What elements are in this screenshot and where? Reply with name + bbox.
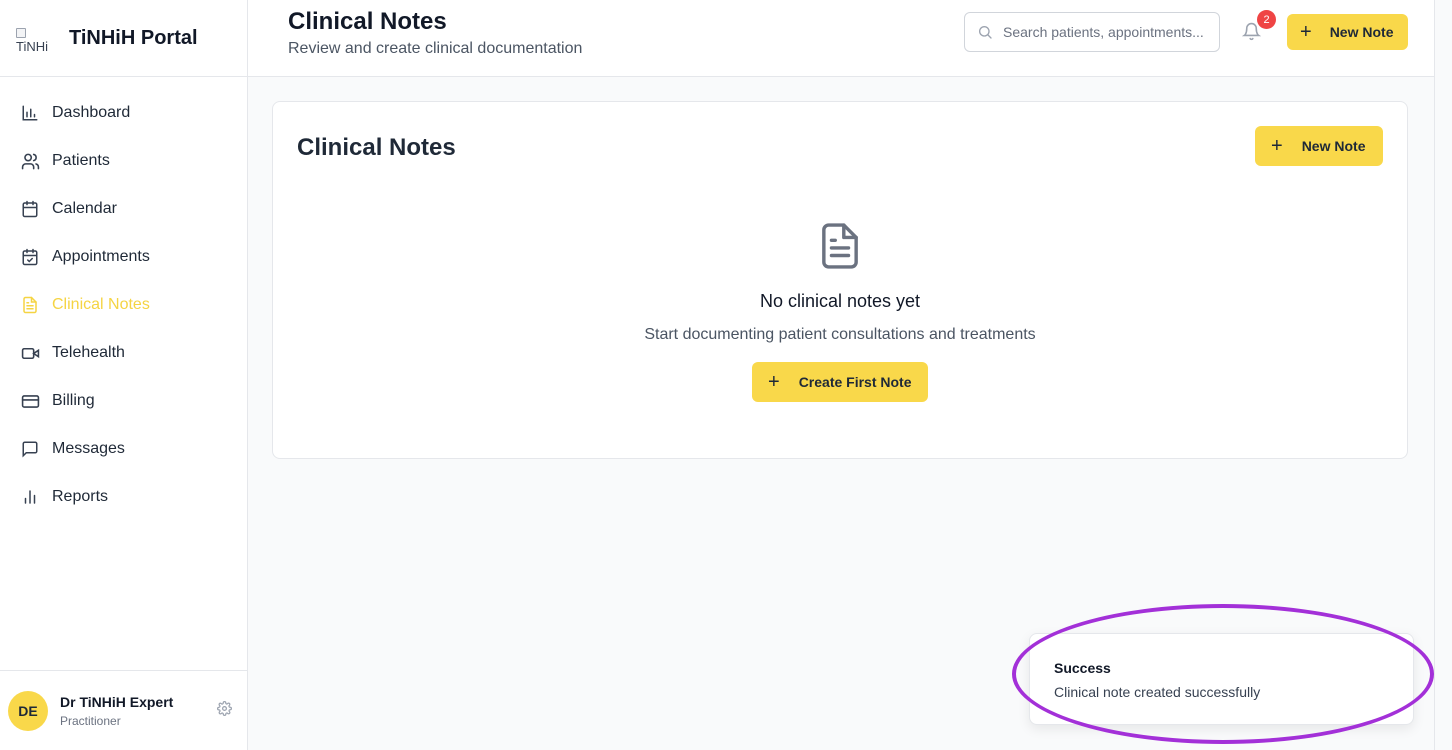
sidebar-item-clinical-notes[interactable]: Clinical Notes [0, 281, 247, 329]
sidebar-item-label: Clinical Notes [52, 296, 150, 313]
brand[interactable]: TiNHi TiNHiH Portal [0, 0, 247, 77]
sidebar-item-patients[interactable]: Patients [0, 137, 247, 185]
create-first-note-button[interactable]: + Create First Note [752, 362, 928, 402]
message-square-icon [20, 439, 40, 459]
toast-title: Success [1054, 660, 1111, 676]
header-new-note-button[interactable]: + New Note [1287, 14, 1408, 50]
brand-logo: TiNHi [16, 18, 56, 58]
plus-icon: + [1271, 135, 1283, 157]
file-text-icon [20, 295, 40, 315]
user-info: Dr TiNHiH Expert Practitioner [60, 694, 173, 728]
top-header: Clinical Notes Review and create clinica… [248, 0, 1434, 77]
empty-state-subtitle: Start documenting patient consultations … [644, 326, 1036, 343]
sidebar-item-label: Patients [52, 152, 110, 169]
credit-card-icon [20, 391, 40, 411]
scrollbar[interactable] [1434, 0, 1452, 750]
create-first-note-label: Create First Note [798, 374, 912, 390]
sidebar-item-reports[interactable]: Reports [0, 473, 247, 521]
calendar-check-icon [20, 247, 40, 267]
brand-name: TiNHiH Portal [69, 26, 198, 49]
bell-icon[interactable] [1241, 22, 1262, 46]
card-title: Clinical Notes [297, 134, 456, 161]
sidebar-item-label: Reports [52, 488, 109, 505]
sidebar-item-label: Telehealth [52, 344, 125, 361]
search-box [964, 12, 1220, 52]
page-subtitle: Review and create clinical documentation [288, 40, 583, 57]
sidebar-item-label: Calendar [52, 200, 117, 217]
user-role: Practitioner [60, 713, 121, 728]
sidebar-item-telehealth[interactable]: Telehealth [0, 329, 247, 377]
avatar[interactable]: DE [8, 690, 48, 731]
card-new-note-label: New Note [1301, 138, 1366, 154]
page-title: Clinical Notes [288, 8, 447, 35]
toast-message: Clinical note created successfully [1054, 684, 1261, 700]
sidebar-item-appointments[interactable]: Appointments [0, 233, 247, 281]
header-new-note-label: New Note [1329, 24, 1394, 40]
video-icon [20, 343, 40, 363]
calendar-icon [20, 199, 40, 219]
bar-chart-2-icon [20, 487, 40, 507]
brand-logo-alt: TiNHi [16, 39, 49, 54]
card-new-note-button[interactable]: + New Note [1255, 126, 1383, 166]
document-icon [821, 223, 859, 274]
sidebar-item-calendar[interactable]: Calendar [0, 185, 247, 233]
sidebar-item-label: Dashboard [52, 104, 131, 121]
gear-icon[interactable] [217, 701, 232, 721]
clinical-notes-card: Clinical Notes + New Note No clinical no… [272, 101, 1408, 459]
plus-icon: + [1300, 21, 1312, 43]
plus-icon: + [768, 371, 780, 393]
bar-chart-icon [20, 103, 40, 123]
sidebar-item-label: Billing [52, 392, 95, 409]
notification-badge: 2 [1257, 10, 1276, 29]
sidebar-item-billing[interactable]: Billing [0, 377, 247, 425]
user-name: Dr TiNHiH Expert [60, 693, 174, 710]
empty-state-title: No clinical notes yet [759, 291, 921, 311]
users-icon [20, 151, 40, 171]
search-input[interactable] [1003, 24, 1213, 40]
broken-image-icon [16, 28, 26, 38]
sidebar-item-label: Appointments [52, 248, 150, 265]
sidebar: TiNHi TiNHiH Portal Dashboard Patients C… [0, 0, 248, 750]
sidebar-nav: Dashboard Patients Calendar Appointments… [0, 77, 247, 521]
sidebar-item-messages[interactable]: Messages [0, 425, 247, 473]
success-toast[interactable]: Success Clinical note created successful… [1029, 633, 1414, 725]
sidebar-item-dashboard[interactable]: Dashboard [0, 89, 247, 137]
user-panel: DE Dr TiNHiH Expert Practitioner [0, 670, 248, 750]
sidebar-item-label: Messages [52, 440, 125, 457]
search-icon [977, 24, 993, 40]
